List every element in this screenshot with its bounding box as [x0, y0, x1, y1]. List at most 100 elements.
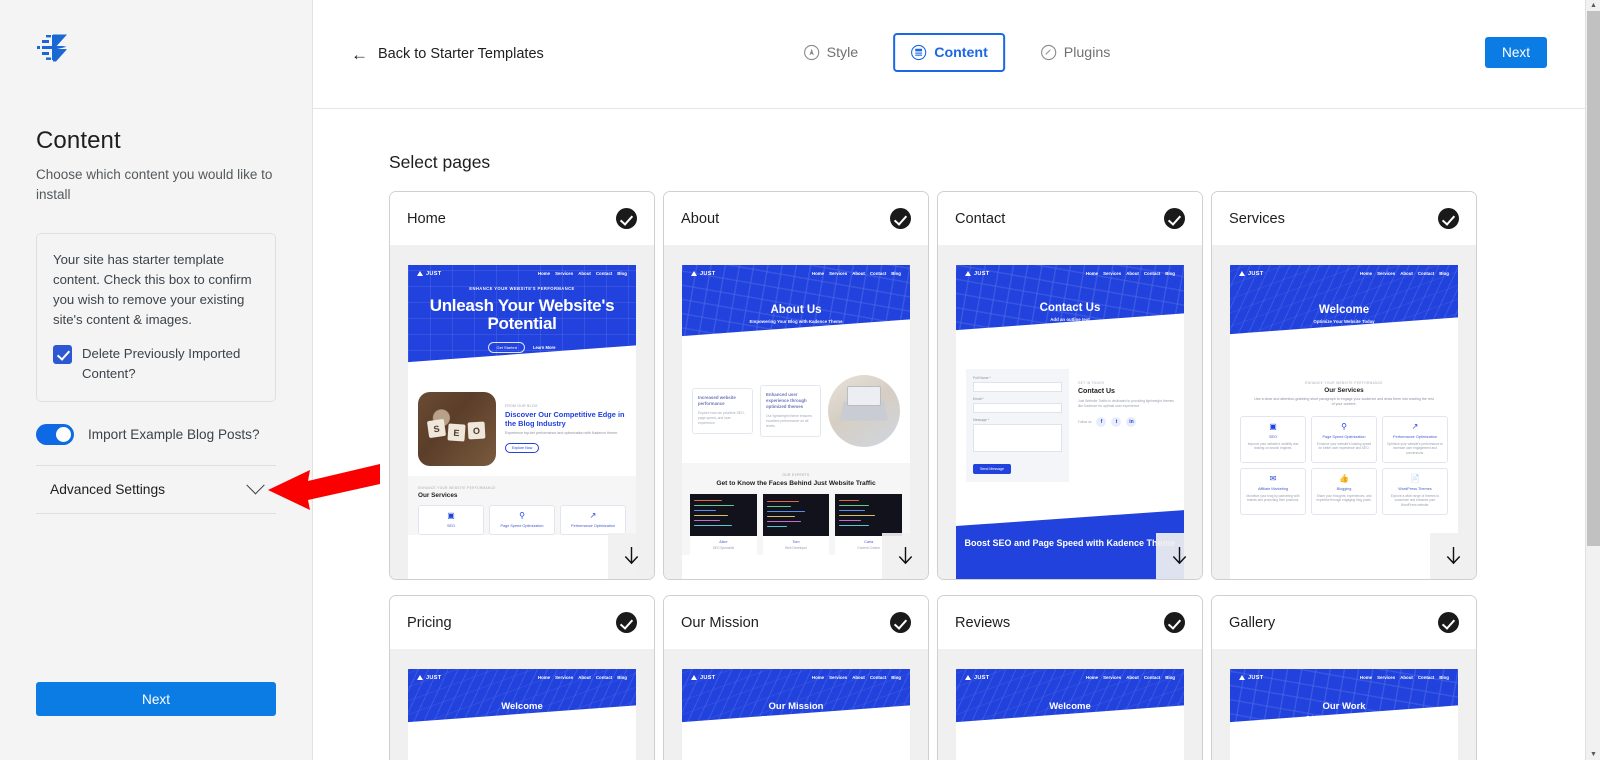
pages-scroll-area[interactable]: Select pages Home JUST Home Services Abo…	[313, 109, 1600, 760]
thumb-brand-label: JUST	[1248, 674, 1264, 681]
main-panel: ← Back to Starter Templates Style Conten…	[313, 0, 1600, 760]
thumb-brand-label: JUST	[426, 270, 442, 277]
header-next-button[interactable]: Next	[1485, 37, 1547, 68]
thumb-seo-image: S E O	[418, 392, 496, 466]
thumb-field-label: Message *	[973, 418, 990, 422]
scroll-down-arrow-icon[interactable]: ▼	[1586, 749, 1600, 760]
triangle-icon	[965, 675, 971, 680]
delete-imported-content-checkbox[interactable]	[53, 344, 72, 364]
check-circle-icon[interactable]	[1438, 612, 1459, 633]
page-card-our-mission[interactable]: Our Mission JUST Home Services About Con…	[663, 595, 929, 760]
page-card-pricing[interactable]: Pricing JUST Home Services About Contact…	[389, 595, 655, 760]
thumb-nav-link: Blog	[1165, 675, 1175, 680]
advanced-settings-toggle[interactable]: Advanced Settings	[36, 466, 276, 513]
thumb-nav-links: Home Services About Contact Blog	[1360, 271, 1449, 276]
back-to-starter-templates-link[interactable]: ← Back to Starter Templates	[351, 40, 544, 68]
triangle-icon	[1239, 675, 1245, 680]
import-blog-posts-row[interactable]: Import Example Blog Posts?	[36, 424, 276, 446]
arrow-left-icon: ←	[351, 44, 368, 64]
check-circle-icon[interactable]	[890, 612, 911, 633]
advanced-settings-section: Advanced Settings	[36, 465, 276, 515]
thumb-service-card: ▣ SEO	[418, 505, 484, 535]
layout-icon: ▣	[1269, 421, 1277, 431]
thumb-nav-link: Blog	[1439, 271, 1449, 276]
thumb-hero-center: Our Mission Enhancing Website Performanc…	[682, 686, 910, 720]
thumb-team-name: Tom	[792, 540, 800, 544]
thumb-service-card: ⚲ Page Speed Optimization Enhance your web…	[1311, 415, 1377, 463]
toggle-knob	[56, 427, 71, 443]
download-arrow-icon	[1446, 546, 1460, 564]
thumbs-up-icon: 👍	[1339, 473, 1349, 483]
tab-style-label: Style	[826, 44, 859, 61]
thumb-hero: JUST Home Services About Contact Blog	[1230, 669, 1458, 743]
thumb-hero-center: Contact Us Add an outline text	[956, 282, 1184, 322]
page-card-gallery[interactable]: Gallery JUST Home Services About Contact…	[1211, 595, 1477, 760]
thumb-nav-link: Contact	[1143, 271, 1161, 276]
thumb-nav: JUST Home Services About Contact Blog	[408, 669, 636, 686]
thumb-tagline: Add an outline text	[1050, 317, 1090, 322]
thumb-service-desc: Explore a wide range of themes to custom…	[1390, 493, 1440, 507]
page-scrollbar[interactable]: ▲ ▼	[1585, 0, 1600, 760]
card-title: About	[681, 210, 720, 227]
check-circle-icon[interactable]	[1164, 208, 1185, 229]
pages-grid: Home JUST Home Services About Contact Bl…	[389, 191, 1509, 760]
thumb-heading: Unleash Your Website's Potential	[429, 296, 615, 334]
page-thumbnail: JUST Home Services About Contact Blog	[956, 669, 1184, 760]
check-circle-icon[interactable]	[616, 612, 637, 633]
thumb-heading: Our Work	[1322, 701, 1366, 712]
thumb-team-card: Tom Web Developer	[762, 494, 830, 555]
thumb-blog-button: Explore Now	[505, 443, 540, 454]
thumb-primary-button: Get Started	[488, 341, 525, 354]
check-circle-icon[interactable]	[1164, 612, 1185, 633]
page-card-services[interactable]: Services JUST Home Services About Contac…	[1211, 191, 1477, 580]
thumb-brand-label: JUST	[974, 270, 990, 277]
check-circle-icon[interactable]	[616, 208, 637, 229]
download-preview-button[interactable]	[882, 533, 928, 579]
sidebar: Content Choose which content you would l…	[0, 0, 380, 760]
thumb-nav-link: Home	[537, 271, 551, 276]
thumb-service-name: SEO	[446, 524, 456, 528]
thumb-nav-link: Home	[1359, 271, 1373, 276]
page-card-about[interactable]: About JUST Home Services About Contact B…	[663, 191, 929, 580]
thumb-about-box: Enhanced user experience through optimiz…	[760, 385, 821, 437]
card-header: About	[664, 192, 928, 245]
thumb-hero-buttons: Get Started Learn More	[408, 341, 636, 354]
download-preview-button[interactable]	[1156, 533, 1202, 579]
thumb-brand-label: JUST	[700, 270, 716, 277]
thumb-service-card: 👍 Blogging Share your thoughts, experience…	[1311, 467, 1377, 515]
check-circle-icon[interactable]	[1438, 208, 1459, 229]
thumb-services-eyebrow: ENHANCE YOUR WEBSITE PERFORMANCE	[418, 486, 496, 490]
thumb-hero: JUST Home Services About Contact Blog	[408, 669, 636, 743]
delete-imported-content-row[interactable]: Delete Previously Imported Content?	[53, 344, 259, 384]
thumb-nav-link: Services	[1377, 675, 1396, 680]
check-circle-icon[interactable]	[890, 208, 911, 229]
page-card-home[interactable]: Home JUST Home Services About Contact Bl…	[389, 191, 655, 580]
card-preview: JUST Home Services About Contact Blog	[390, 245, 654, 579]
tab-content-label: Content	[934, 44, 988, 61]
thumb-hero: JUST Home Services About Contact Blog	[682, 669, 910, 743]
linkedin-icon: in	[1126, 416, 1137, 427]
thumb-nav-link: Blog	[617, 675, 627, 680]
card-title: Home	[407, 210, 446, 227]
thumb-nav-links: Home Services About Contact Blog	[538, 675, 627, 680]
page-card-reviews[interactable]: Reviews JUST Home Services About Contact…	[937, 595, 1203, 760]
notice-text: Your site has starter template content. …	[53, 251, 252, 327]
card-header: Gallery	[1212, 596, 1476, 649]
page-card-contact[interactable]: Contact JUST Home Services About Contact…	[937, 191, 1203, 580]
download-preview-button[interactable]	[608, 533, 654, 579]
page-thumbnail: JUST Home Services About Contact Blog	[682, 669, 910, 760]
scroll-up-arrow-icon[interactable]: ▲	[1586, 0, 1600, 11]
sidebar-next-button[interactable]: Next	[36, 682, 276, 716]
download-preview-button[interactable]	[1430, 533, 1476, 579]
tab-style[interactable]: Style	[785, 33, 876, 72]
tab-content[interactable]: Content	[893, 33, 1005, 72]
scrollbar-thumb[interactable]	[1587, 11, 1600, 546]
tab-plugins[interactable]: Plugins	[1022, 33, 1128, 72]
brand-logo[interactable]	[36, 0, 276, 70]
thumb-nav-link: Blog	[891, 675, 901, 680]
thumb-nav-link: About	[1126, 675, 1139, 680]
import-blog-posts-toggle[interactable]	[36, 424, 74, 446]
mail-icon: ✉	[1269, 473, 1277, 483]
thumb-field-label: Email *	[973, 397, 984, 401]
thumb-nav-link: Contact	[1143, 675, 1161, 680]
